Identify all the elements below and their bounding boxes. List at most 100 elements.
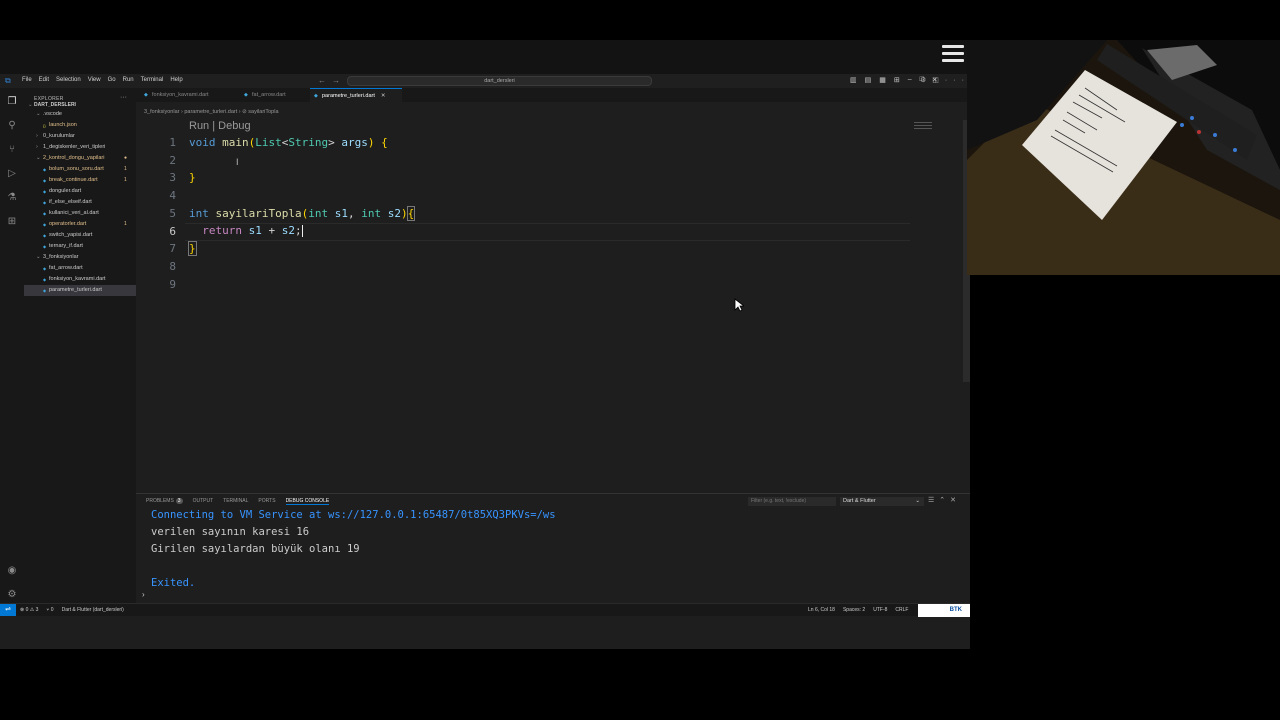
tab-parametre-turleri-dart[interactable]: ◆ parametre_turleri.dart ✕ bbox=[310, 88, 402, 102]
problem-badge: 1 bbox=[124, 221, 127, 227]
testing-icon[interactable]: ⚗ bbox=[6, 192, 18, 204]
tree-item-label: 0_kurulumlar bbox=[43, 133, 75, 139]
tree-file[interactable]: ◆ fat_arrow.dart bbox=[24, 263, 136, 274]
extensions-icon[interactable]: ⊞ bbox=[6, 216, 18, 228]
nav-arrows-icon[interactable]: ←→ bbox=[318, 76, 346, 85]
dart-file-icon: ◆ bbox=[43, 288, 47, 293]
layout-panel-icon[interactable]: ▤ bbox=[865, 76, 872, 84]
run-debug-icon[interactable]: ▷ bbox=[6, 168, 18, 180]
clear-console-icon[interactable]: ☰ bbox=[928, 497, 939, 504]
debug-filter-input[interactable]: Filter (e.g. text, !exclude) bbox=[748, 497, 836, 506]
output-channel-select[interactable]: Dart & Flutter ⌄ bbox=[840, 497, 924, 506]
tree-file[interactable]: ◆ bolum_sonu_soru.dart 1 bbox=[24, 164, 136, 175]
breadcrumb[interactable]: 3_fonksiyonlar › parametre_turleri.dart … bbox=[144, 109, 279, 115]
minimize-icon[interactable]: – bbox=[908, 76, 912, 84]
split-editor-icon[interactable]: ◫ bbox=[932, 77, 945, 84]
code-line-1: void main(List<String> args) { bbox=[189, 136, 388, 149]
manage-gear-icon[interactable]: ⚙ bbox=[6, 589, 18, 601]
chevron-right-icon: › bbox=[36, 144, 38, 150]
explorer-icon[interactable]: ❐ bbox=[6, 96, 18, 108]
remote-indicator-icon[interactable]: ⇌ bbox=[0, 604, 16, 616]
tree-item-label: launch.json bbox=[49, 122, 77, 128]
status-right: Ln 6, Col 18 Spaces: 2 UTF-8 CRLF bbox=[808, 607, 908, 613]
eol[interactable]: CRLF bbox=[895, 607, 908, 613]
codelens-run-debug[interactable]: Run | Debug bbox=[189, 120, 251, 132]
problems-status[interactable]: ⊗ 0 ⚠ 3 bbox=[20, 607, 38, 613]
tree-file[interactable]: ◆ switch_yapisi.dart bbox=[24, 230, 136, 241]
tree-file[interactable]: ◆ if_else_elseif.dart bbox=[24, 197, 136, 208]
tree-folder[interactable]: ⌄ 3_fonksiyonlar bbox=[24, 252, 136, 263]
tab-fat-arrow-dart[interactable]: ◆ fat_arrow.dart bbox=[240, 88, 308, 102]
editor-actions: ⚙◫··· bbox=[920, 76, 970, 84]
menu-view[interactable]: View bbox=[88, 77, 101, 83]
chevron-down-icon: ⌄ bbox=[36, 254, 41, 260]
tab-label: fat_arrow.dart bbox=[252, 92, 286, 98]
tree-item-label: parametre_turleri.dart bbox=[49, 287, 102, 293]
tree-folder[interactable]: ⌄ 2_kontrol_dongu_yapilari ● bbox=[24, 153, 136, 164]
repl-prompt[interactable]: › bbox=[142, 590, 145, 599]
indentation[interactable]: Spaces: 2 bbox=[843, 607, 865, 613]
panel-tab-debug-console[interactable]: DEBUG CONSOLE bbox=[285, 498, 330, 505]
tree-file[interactable]: ◆ parametre_turleri.dart bbox=[24, 285, 136, 296]
dart-file-icon: ◆ bbox=[244, 92, 248, 98]
tree-file[interactable]: ◆ break_continue.dart 1 bbox=[24, 175, 136, 186]
tree-file[interactable]: ◆ kullanici_veri_al.dart bbox=[24, 208, 136, 219]
code-editor[interactable]: Run | Debug 1 2 3 4 5 6 7 8 9 void main(List<Str… bbox=[136, 120, 970, 492]
dart-file-icon: ◆ bbox=[43, 178, 47, 183]
line-number: 4 bbox=[169, 189, 176, 203]
ibeam-cursor-icon: I bbox=[236, 157, 239, 167]
dart-file-icon: ◆ bbox=[43, 189, 47, 194]
dart-file-icon: ◆ bbox=[43, 200, 47, 205]
tree-file[interactable]: ◆ ternary_if.dart bbox=[24, 241, 136, 252]
editor-tabs: ◆ fonksiyon_kavrami.dart ◆ fat_arrow.dart ◆ p… bbox=[136, 88, 970, 102]
title-bar: ⧉ File Edit Selection View Go Run Terminal Help… bbox=[0, 74, 970, 88]
ports-status[interactable]: ⑂ 0 bbox=[46, 607, 53, 613]
close-tab-icon[interactable]: ✕ bbox=[381, 93, 386, 99]
maximize-panel-icon[interactable]: ⌃ bbox=[939, 497, 950, 504]
menu-file[interactable]: File bbox=[22, 77, 32, 83]
code-line-5: int sayilariTopla(int s1, int s2){ bbox=[189, 206, 416, 221]
tree-folder[interactable]: ⌄ .vscode bbox=[24, 109, 136, 120]
command-center-search[interactable]: dart_dersleri bbox=[347, 76, 652, 86]
cursor-position[interactable]: Ln 6, Col 18 bbox=[808, 607, 835, 613]
language-status[interactable]: Dart & Flutter (dart_dersleri) bbox=[62, 607, 124, 613]
hamburger-menu-icon[interactable] bbox=[942, 45, 964, 65]
panel-tab-ports[interactable]: PORTS bbox=[258, 498, 275, 505]
tree-file[interactable]: {} launch.json bbox=[24, 120, 136, 131]
menu-terminal[interactable]: Terminal bbox=[141, 77, 164, 83]
tree-folder[interactable]: › 1_degiskenler_veri_tipleri bbox=[24, 142, 136, 153]
panel-tab-terminal[interactable]: TERMINAL bbox=[223, 498, 248, 505]
code-line-3: } bbox=[189, 171, 196, 184]
console-line: verilen sayının karesi 16 bbox=[151, 526, 310, 538]
customize-layout-icon[interactable]: ⊞ bbox=[894, 76, 900, 84]
panel-tab-problems[interactable]: PROBLEMS 3 bbox=[146, 498, 183, 505]
tab-fonksiyon-kavrami-dart[interactable]: ◆ fonksiyon_kavrami.dart bbox=[140, 88, 236, 102]
menu-run[interactable]: Run bbox=[123, 77, 134, 83]
close-panel-icon[interactable]: ✕ bbox=[950, 497, 961, 504]
tree-file[interactable]: ◆ operatorler.dart 1 bbox=[24, 219, 136, 230]
tree-file[interactable]: ◆ fonksiyon_kavrami.dart bbox=[24, 274, 136, 285]
tree-item-label: 2_kontrol_dongu_yapilari bbox=[43, 155, 105, 161]
btk-logo: BTK bbox=[918, 604, 970, 617]
layout-secondary-icon[interactable]: ▦ bbox=[879, 76, 886, 84]
menu-go[interactable]: Go bbox=[108, 77, 116, 83]
tree-item-label: 3_fonksiyonlar bbox=[43, 254, 79, 260]
tree-folder[interactable]: › 0_kurulumlar bbox=[24, 131, 136, 142]
menu-edit[interactable]: Edit bbox=[39, 77, 49, 83]
problems-count-badge: 3 bbox=[175, 498, 183, 504]
run-icon[interactable]: ⚙ bbox=[920, 77, 932, 84]
layout-sidebar-icon[interactable]: ▥ bbox=[850, 76, 857, 84]
tab-label: parametre_turleri.dart bbox=[322, 93, 375, 99]
tree-item-label: operatorler.dart bbox=[49, 221, 87, 227]
menu-selection[interactable]: Selection bbox=[56, 77, 81, 83]
source-control-icon[interactable]: ⑂ bbox=[6, 144, 18, 156]
account-icon[interactable]: ◉ bbox=[6, 565, 18, 577]
menu-help[interactable]: Help bbox=[170, 77, 182, 83]
panel-tab-output[interactable]: OUTPUT bbox=[193, 498, 214, 505]
tree-item-label: kullanici_veri_al.dart bbox=[49, 210, 99, 216]
encoding[interactable]: UTF-8 bbox=[873, 607, 887, 613]
minimap[interactable] bbox=[914, 122, 932, 131]
search-icon[interactable]: ⚲ bbox=[6, 120, 18, 132]
line-number: 1 bbox=[169, 136, 176, 149]
tree-file[interactable]: ◆ donguler.dart bbox=[24, 186, 136, 197]
